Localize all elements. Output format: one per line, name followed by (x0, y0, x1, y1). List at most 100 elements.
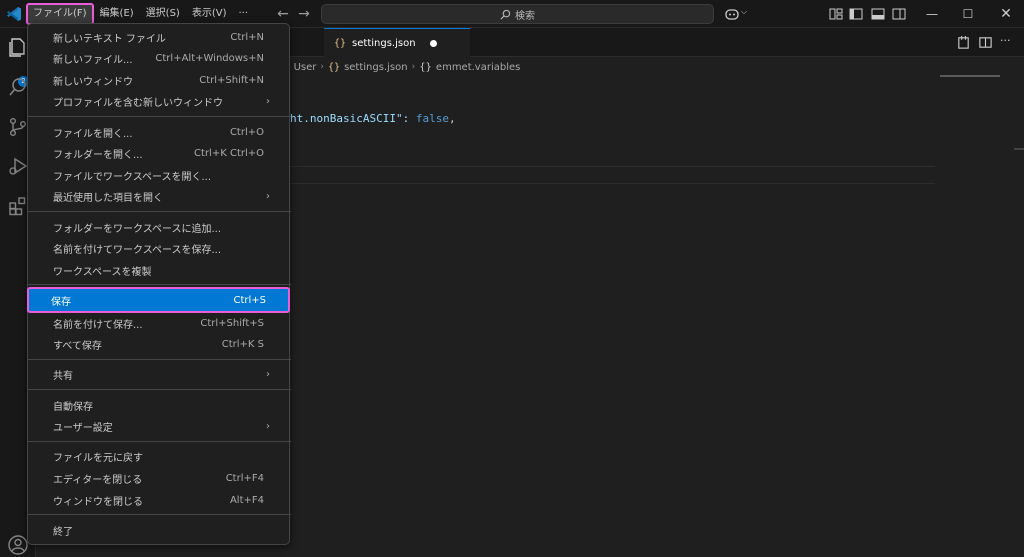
menu-item-open-file[interactable]: ファイルを開く... Ctrl+O (31, 122, 286, 143)
menu-separator (28, 116, 291, 117)
menu-item-label: フォルダーをワークスペースに追加... (53, 224, 222, 235)
tab-label: settings.json (352, 37, 416, 49)
search-label: 検索 (515, 10, 535, 22)
menu-item-new-text-file[interactable]: 新しいテキスト ファイル Ctrl+N (31, 27, 286, 48)
menu-item-auto-save[interactable]: 自動保存 (31, 395, 286, 416)
search-icon (500, 9, 511, 19)
menu-item-save-as[interactable]: 名前を付けて保存... Ctrl+Shift+S (31, 313, 286, 334)
unsaved-dot-icon[interactable] (429, 39, 437, 47)
toggle-primary-sidebar-icon[interactable] (848, 6, 864, 22)
menu-item-save-all[interactable]: すべて保存 Ctrl+K S (31, 334, 286, 355)
menu-item-new-window-profile[interactable]: プロファイルを含む新しいウィンドウ › (31, 91, 286, 112)
json-punctuation: , (448, 112, 456, 125)
toggle-panel-icon[interactable] (870, 6, 886, 22)
breadcrumb-item-emmet[interactable]: emmet.variables (436, 62, 520, 73)
json-object-icon: {} (419, 61, 432, 73)
menu-item-open-folder[interactable]: フォルダーを開く... Ctrl+K Ctrl+O (31, 143, 286, 164)
code-line[interactable]: ht.nonBasicASCII": false, (290, 112, 456, 125)
menu-item-label: ユーザー設定 (53, 423, 113, 434)
extensions-icon[interactable] (7, 195, 29, 217)
menu-item-open-recent[interactable]: 最近使用した項目を開く › (31, 186, 286, 207)
submenu-chevron-icon: › (266, 421, 270, 432)
menu-item-label: 共有 (53, 371, 73, 382)
menu-separator (28, 211, 291, 212)
minimize-icon[interactable]: — (914, 0, 950, 28)
menu-item-label: エディターを閉じる (53, 475, 143, 486)
menu-item-share[interactable]: 共有 › (31, 364, 286, 385)
menu-separator (28, 514, 291, 515)
chevron-down-icon[interactable]: ⌵ (741, 7, 747, 17)
menu-item-label: すべて保存 (53, 341, 102, 352)
menu-item-label: 新しいファイル... (53, 55, 133, 66)
menu-item-label: 名前を付けてワークスペースを保存... (53, 245, 222, 256)
menu-item-shortcut: Ctrl+Alt+Windows+N (155, 53, 264, 64)
json-file-icon: {} (334, 37, 347, 49)
breadcrumb-item-settings[interactable]: settings.json (344, 62, 408, 73)
menu-item-label: 新しいテキスト ファイル (53, 34, 166, 45)
menu-item-close-window[interactable]: ウィンドウを閉じる Alt+F4 (31, 490, 286, 511)
menu-file[interactable]: ファイル(F) (26, 3, 94, 25)
menu-more[interactable]: ··· (233, 3, 255, 25)
search-view-icon[interactable] (7, 76, 29, 98)
close-icon[interactable]: ✕ (988, 0, 1024, 28)
minimap[interactable] (940, 75, 1000, 77)
menu-item-label: ファイルを開く... (53, 129, 133, 140)
menu-item-new-window[interactable]: 新しいウィンドウ Ctrl+Shift+N (31, 70, 286, 91)
menu-item-label: フォルダーを開く... (53, 150, 143, 161)
customize-layout-icon[interactable] (828, 6, 844, 22)
menu-item-open-workspace[interactable]: ファイルでワークスペースを開く... (31, 165, 286, 186)
breadcrumb-separator-icon: › (411, 62, 416, 72)
tab-settings-json[interactable]: {} settings.json (324, 28, 470, 57)
menu-item-label: ファイルを元に戻す (53, 453, 143, 464)
menu-view[interactable]: 表示(V) (186, 3, 233, 25)
breadcrumb-separator-icon: › (320, 62, 325, 72)
menu-separator (28, 441, 291, 442)
menu-item-shortcut: Ctrl+K Ctrl+O (194, 148, 264, 159)
json-file-icon: {} (328, 61, 341, 73)
source-control-icon[interactable] (7, 116, 29, 138)
menu-item-shortcut: Alt+F4 (229, 495, 264, 506)
menu-item-duplicate-workspace[interactable]: ワークスペースを複製 (31, 260, 286, 281)
menu-item-label: 保存 (51, 296, 71, 308)
forward-arrow-icon[interactable]: → (296, 6, 312, 22)
open-settings-ui-icon[interactable] (956, 35, 971, 50)
menu-item-label: ウィンドウを閉じる (53, 497, 143, 508)
more-actions-icon[interactable]: ··· (1000, 34, 1011, 47)
split-editor-icon[interactable] (978, 35, 993, 50)
run-debug-icon[interactable] (7, 155, 29, 177)
menu-separator (28, 284, 291, 285)
menu-item-preferences[interactable]: ユーザー設定 › (31, 416, 286, 437)
menu-item-label: ワークスペースを複製 (53, 267, 152, 278)
explorer-icon[interactable] (7, 36, 29, 58)
file-menu-dropdown: 新しいテキスト ファイル Ctrl+N 新しいファイル... Ctrl+Alt+Wi… (27, 23, 291, 545)
menu-item-add-folder-workspace[interactable]: フォルダーをワークスペースに追加... (31, 217, 286, 238)
menu-item-label: ファイルでワークスペースを開く... (53, 172, 212, 183)
menu-item-save-workspace-as[interactable]: 名前を付けてワークスペースを保存... (31, 238, 286, 259)
account-icon[interactable] (7, 534, 29, 556)
submenu-chevron-icon: › (266, 369, 270, 380)
menu-selection[interactable]: 選択(S) (140, 3, 186, 25)
menu-item-close-editor[interactable]: エディターを閉じる Ctrl+F4 (31, 468, 286, 489)
scrollbar-thumb[interactable] (1014, 148, 1024, 150)
menu-item-label: 名前を付けて保存... (53, 320, 143, 331)
breadcrumb-item-user[interactable]: User (294, 62, 317, 73)
submenu-chevron-icon: › (266, 191, 270, 202)
menu-item-save[interactable]: 保存 Ctrl+S (27, 287, 290, 313)
menu-item-new-file[interactable]: 新しいファイル... Ctrl+Alt+Windows+N (31, 48, 286, 69)
maximize-icon[interactable]: ☐ (950, 0, 986, 28)
back-arrow-icon[interactable]: ← (275, 6, 291, 22)
menu-separator (28, 359, 291, 360)
submenu-chevron-icon: › (266, 96, 270, 107)
json-value: false (415, 112, 449, 125)
menu-item-label: 最近使用した項目を開く (53, 193, 163, 204)
menu-item-revert-file[interactable]: ファイルを元に戻す (31, 446, 286, 467)
vscode-logo-icon (7, 7, 21, 21)
copilot-icon[interactable] (724, 6, 740, 22)
menu-item-shortcut: Ctrl+S (233, 294, 266, 306)
menu-item-shortcut: Ctrl+O (229, 127, 264, 138)
menu-item-exit[interactable]: 終了 (31, 520, 286, 541)
menu-item-shortcut: Ctrl+Shift+S (200, 318, 264, 329)
command-center-search[interactable]: 検索 (321, 4, 714, 24)
menu-edit[interactable]: 編集(E) (94, 3, 140, 25)
toggle-secondary-sidebar-icon[interactable] (891, 6, 907, 22)
